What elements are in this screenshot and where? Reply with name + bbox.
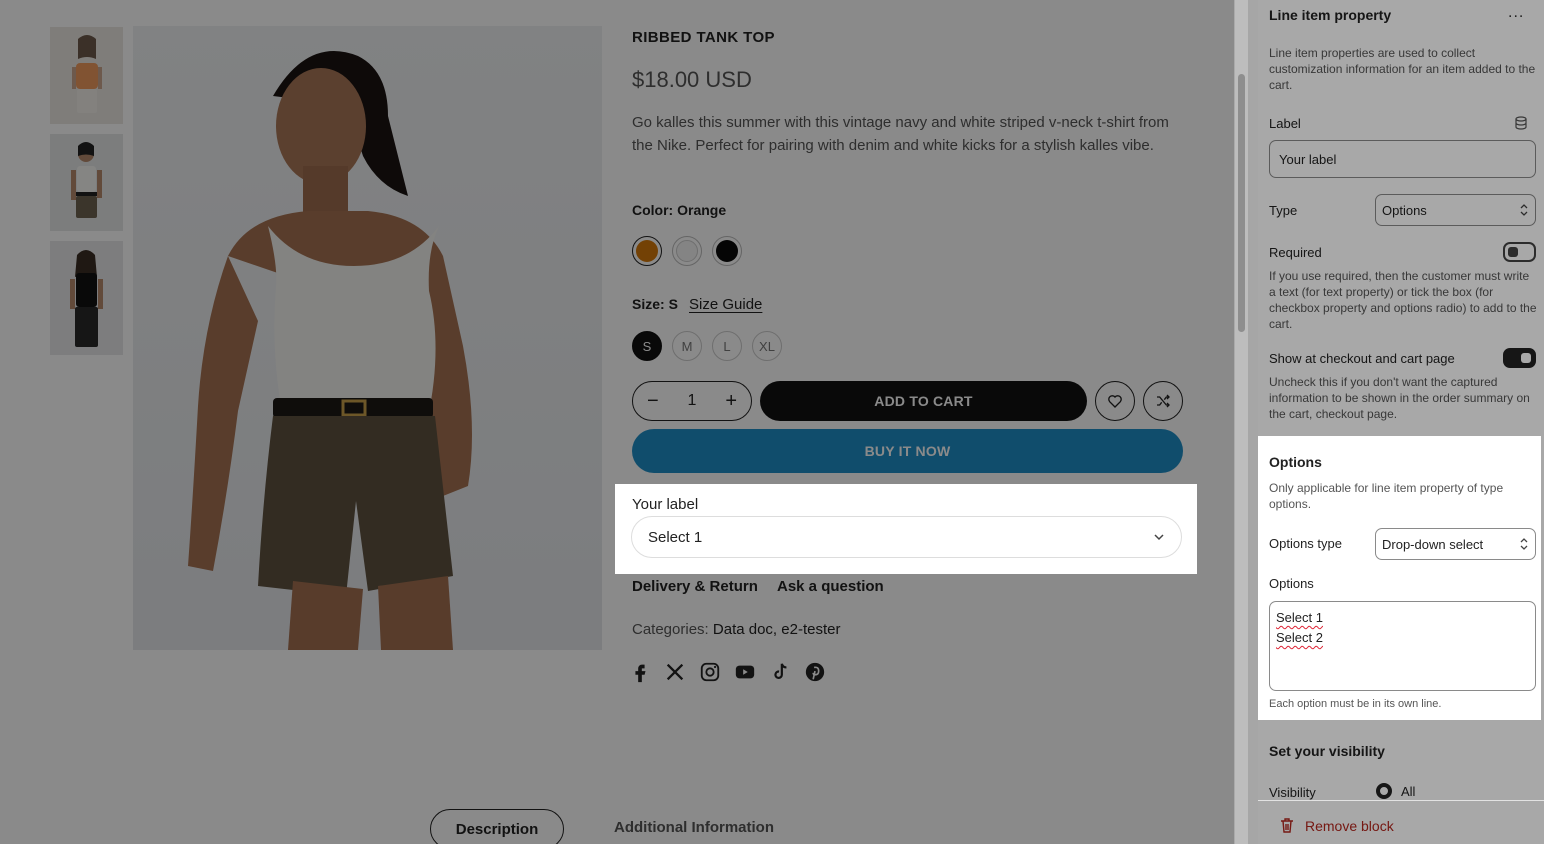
custom-field-selected: Select 1 bbox=[648, 528, 703, 546]
quantity-value[interactable]: 1 bbox=[688, 392, 697, 410]
size-option-s[interactable]: S bbox=[632, 331, 662, 361]
custom-field-select[interactable]: Select 1 bbox=[631, 516, 1182, 558]
line-item-property-block[interactable]: Your label Select 1 bbox=[615, 484, 1197, 574]
delivery-return-link[interactable]: Delivery & Return bbox=[632, 578, 758, 595]
size-option-l[interactable]: L bbox=[712, 331, 742, 361]
categories: Categories: Data doc, e2-tester bbox=[632, 621, 840, 638]
required-toggle[interactable] bbox=[1503, 242, 1536, 262]
options-list-label: Options bbox=[1269, 576, 1314, 591]
storefront-preview: RIBBED TANK TOP $18.00 USD Go kalles thi… bbox=[0, 0, 1234, 844]
options-type-value: Drop-down select bbox=[1382, 536, 1484, 552]
pinterest-icon[interactable] bbox=[804, 661, 826, 683]
facebook-icon[interactable] bbox=[629, 661, 651, 683]
color-swatch-orange[interactable] bbox=[632, 236, 662, 266]
divider bbox=[1248, 0, 1258, 844]
product-thumbnail[interactable] bbox=[50, 27, 123, 124]
panel-intro: Line item properties are used to collect… bbox=[1269, 46, 1536, 92]
buy-now-button[interactable]: BUY IT NOW bbox=[632, 429, 1183, 473]
shuffle-icon bbox=[1157, 394, 1170, 408]
panel-footer: Remove block bbox=[1258, 800, 1544, 844]
instagram-icon[interactable] bbox=[699, 661, 721, 683]
required-help: If you use required, then the customer m… bbox=[1269, 269, 1537, 331]
youtube-icon[interactable] bbox=[734, 661, 756, 683]
footer-dim-overlay bbox=[1258, 801, 1544, 844]
minus-icon[interactable]: − bbox=[647, 391, 659, 411]
option-line: Select 2 bbox=[1276, 630, 1323, 645]
tiktok-icon[interactable] bbox=[769, 661, 791, 683]
product-title: RIBBED TANK TOP bbox=[632, 29, 775, 46]
label-input[interactable]: Your label bbox=[1269, 140, 1536, 178]
show-checkout-toggle[interactable] bbox=[1503, 348, 1536, 368]
option-line: Select 1 bbox=[1276, 610, 1323, 625]
swatch-fill bbox=[636, 240, 658, 262]
chevron-down-icon bbox=[1154, 534, 1164, 541]
product-description: Go kalles this summer with this vintage … bbox=[632, 114, 1169, 154]
product-main-image[interactable] bbox=[133, 26, 602, 650]
options-section-help: Only applicable for line item property o… bbox=[1269, 481, 1504, 511]
color-swatch-black[interactable] bbox=[712, 236, 742, 266]
select-arrows-icon bbox=[1520, 204, 1528, 216]
type-select[interactable]: Options bbox=[1375, 194, 1536, 226]
toggle-knob bbox=[1521, 353, 1531, 363]
options-section: Options Only applicable for line item pr… bbox=[1258, 436, 1541, 720]
options-section-title: Options bbox=[1269, 454, 1322, 470]
custom-field-label: Your label bbox=[632, 496, 699, 513]
database-icon[interactable] bbox=[1514, 116, 1528, 130]
product-price: $18.00 USD bbox=[632, 67, 752, 92]
show-checkout-label: Show at checkout and cart page bbox=[1269, 351, 1455, 366]
visibility-radio-all[interactable] bbox=[1376, 783, 1392, 799]
options-textarea[interactable]: Select 1 Select 2 bbox=[1269, 601, 1536, 691]
wishlist-button[interactable] bbox=[1095, 381, 1135, 421]
product-thumbnail[interactable] bbox=[50, 134, 123, 231]
required-label: Required bbox=[1269, 245, 1322, 260]
heart-icon bbox=[1108, 395, 1122, 408]
visibility-value: All bbox=[1401, 784, 1416, 799]
toggle-knob bbox=[1508, 247, 1518, 257]
quantity-stepper[interactable]: − 1 + bbox=[632, 381, 752, 421]
ask-question-link[interactable]: Ask a question bbox=[777, 578, 884, 595]
x-icon[interactable] bbox=[664, 661, 686, 683]
swatch-fill bbox=[676, 240, 698, 262]
options-type-select[interactable]: Drop-down select bbox=[1375, 528, 1536, 560]
type-select-value: Options bbox=[1382, 202, 1427, 218]
visibility-title: Set your visibility bbox=[1269, 743, 1385, 759]
product-thumbnail[interactable] bbox=[50, 241, 123, 355]
label-field-label: Label bbox=[1269, 116, 1301, 131]
show-checkout-help: Uncheck this if you don't want the captu… bbox=[1269, 375, 1530, 421]
color-swatch-white[interactable] bbox=[672, 236, 702, 266]
preview-scrollbar-thumb[interactable] bbox=[1238, 74, 1245, 332]
size-guide-link[interactable]: Size Guide bbox=[689, 296, 762, 313]
size-option-xl[interactable]: XL bbox=[752, 331, 782, 361]
tab-description[interactable]: Description bbox=[430, 809, 564, 844]
color-label: Color: Orange bbox=[632, 202, 727, 218]
swatch-fill bbox=[716, 240, 738, 262]
compare-button[interactable] bbox=[1143, 381, 1183, 421]
options-footnote: Each option must be in its own line. bbox=[1269, 698, 1442, 710]
plus-icon[interactable]: + bbox=[725, 391, 737, 411]
panel-title: Line item property bbox=[1269, 7, 1392, 23]
type-label: Type bbox=[1269, 203, 1298, 218]
select-arrows-icon bbox=[1520, 538, 1528, 550]
categories-label: Categories: bbox=[632, 621, 709, 638]
size-option-m[interactable]: M bbox=[672, 331, 702, 361]
size-label: Size: S bbox=[632, 296, 678, 312]
add-to-cart-button[interactable]: ADD TO CART bbox=[760, 381, 1087, 421]
categories-value[interactable]: Data doc, e2-tester bbox=[713, 621, 841, 638]
options-type-label: Options type bbox=[1269, 536, 1342, 551]
visibility-label: Visibility bbox=[1269, 785, 1316, 800]
tab-additional-information[interactable]: Additional Information bbox=[614, 819, 774, 836]
more-options-icon[interactable]: ... bbox=[1508, 4, 1524, 22]
